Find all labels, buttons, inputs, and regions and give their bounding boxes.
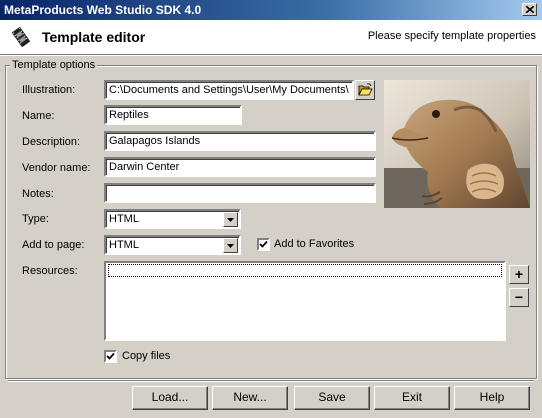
header-divider — [0, 55, 542, 56]
title-bar[interactable]: MetaProducts Web Studio SDK 4.0 — [0, 0, 542, 20]
add-to-page-label: Add to page: — [22, 239, 85, 251]
header-subtitle: Please specify template properties — [367, 30, 536, 42]
add-to-page-select-value: HTML — [109, 239, 139, 251]
name-label: Name: — [22, 110, 55, 122]
type-label: Type: — [22, 213, 49, 225]
add-to-favorites-checkbox[interactable] — [257, 238, 270, 251]
copy-files-label[interactable]: Copy files — [122, 350, 170, 362]
close-icon — [526, 6, 534, 13]
header-band: Template editor Please specify template … — [0, 20, 542, 55]
illustration-label: Illustration: — [22, 84, 76, 96]
save-button[interactable]: Save — [294, 386, 370, 410]
vendor-name-field[interactable]: Darwin Center — [104, 157, 376, 177]
notes-field[interactable] — [104, 183, 376, 203]
folder-open-icon — [358, 83, 373, 96]
close-button[interactable] — [522, 3, 537, 16]
add-to-page-select[interactable]: HTML — [104, 235, 241, 255]
name-field[interactable]: Reptiles — [104, 105, 242, 125]
film-icon — [12, 27, 30, 47]
checkmark-icon — [106, 352, 115, 360]
vendor-name-label: Vendor name: — [22, 162, 91, 174]
illustration-preview-image — [384, 80, 530, 208]
notes-label: Notes: — [22, 188, 54, 200]
type-dropdown-button[interactable] — [223, 212, 238, 227]
dropdown-arrow-icon — [227, 218, 234, 222]
template-editor-window: MetaProducts Web Studio SDK 4.0 Template… — [0, 0, 542, 418]
add-to-favorites-label[interactable]: Add to Favorites — [274, 238, 354, 250]
header-title: Template editor — [42, 29, 146, 45]
new-button[interactable]: New... — [212, 386, 288, 410]
remove-resource-button[interactable]: − — [509, 288, 529, 307]
window-title: MetaProducts Web Studio SDK 4.0 — [4, 3, 202, 17]
exit-button[interactable]: Exit — [374, 386, 450, 410]
dropdown-arrow-icon — [227, 244, 234, 248]
footer-separator — [8, 380, 534, 382]
help-button[interactable]: Help — [454, 386, 530, 410]
load-button[interactable]: Load... — [132, 386, 208, 410]
resources-label: Resources: — [22, 265, 78, 277]
browse-illustration-button[interactable] — [355, 80, 375, 100]
type-select-value: HTML — [109, 213, 139, 225]
add-to-page-dropdown-button[interactable] — [223, 238, 238, 253]
checkmark-icon — [259, 240, 268, 248]
list-item[interactable] — [108, 264, 502, 277]
illustration-path-field[interactable]: C:\Documents and Settings\User\My Docume… — [104, 80, 354, 100]
copy-files-checkbox[interactable] — [104, 350, 117, 363]
resources-list[interactable] — [104, 261, 506, 341]
type-select[interactable]: HTML — [104, 209, 241, 229]
add-resource-button[interactable]: + — [509, 265, 529, 284]
description-label: Description: — [22, 136, 81, 148]
description-field[interactable]: Galapagos Islands — [104, 131, 376, 151]
group-title: Template options — [10, 59, 98, 71]
